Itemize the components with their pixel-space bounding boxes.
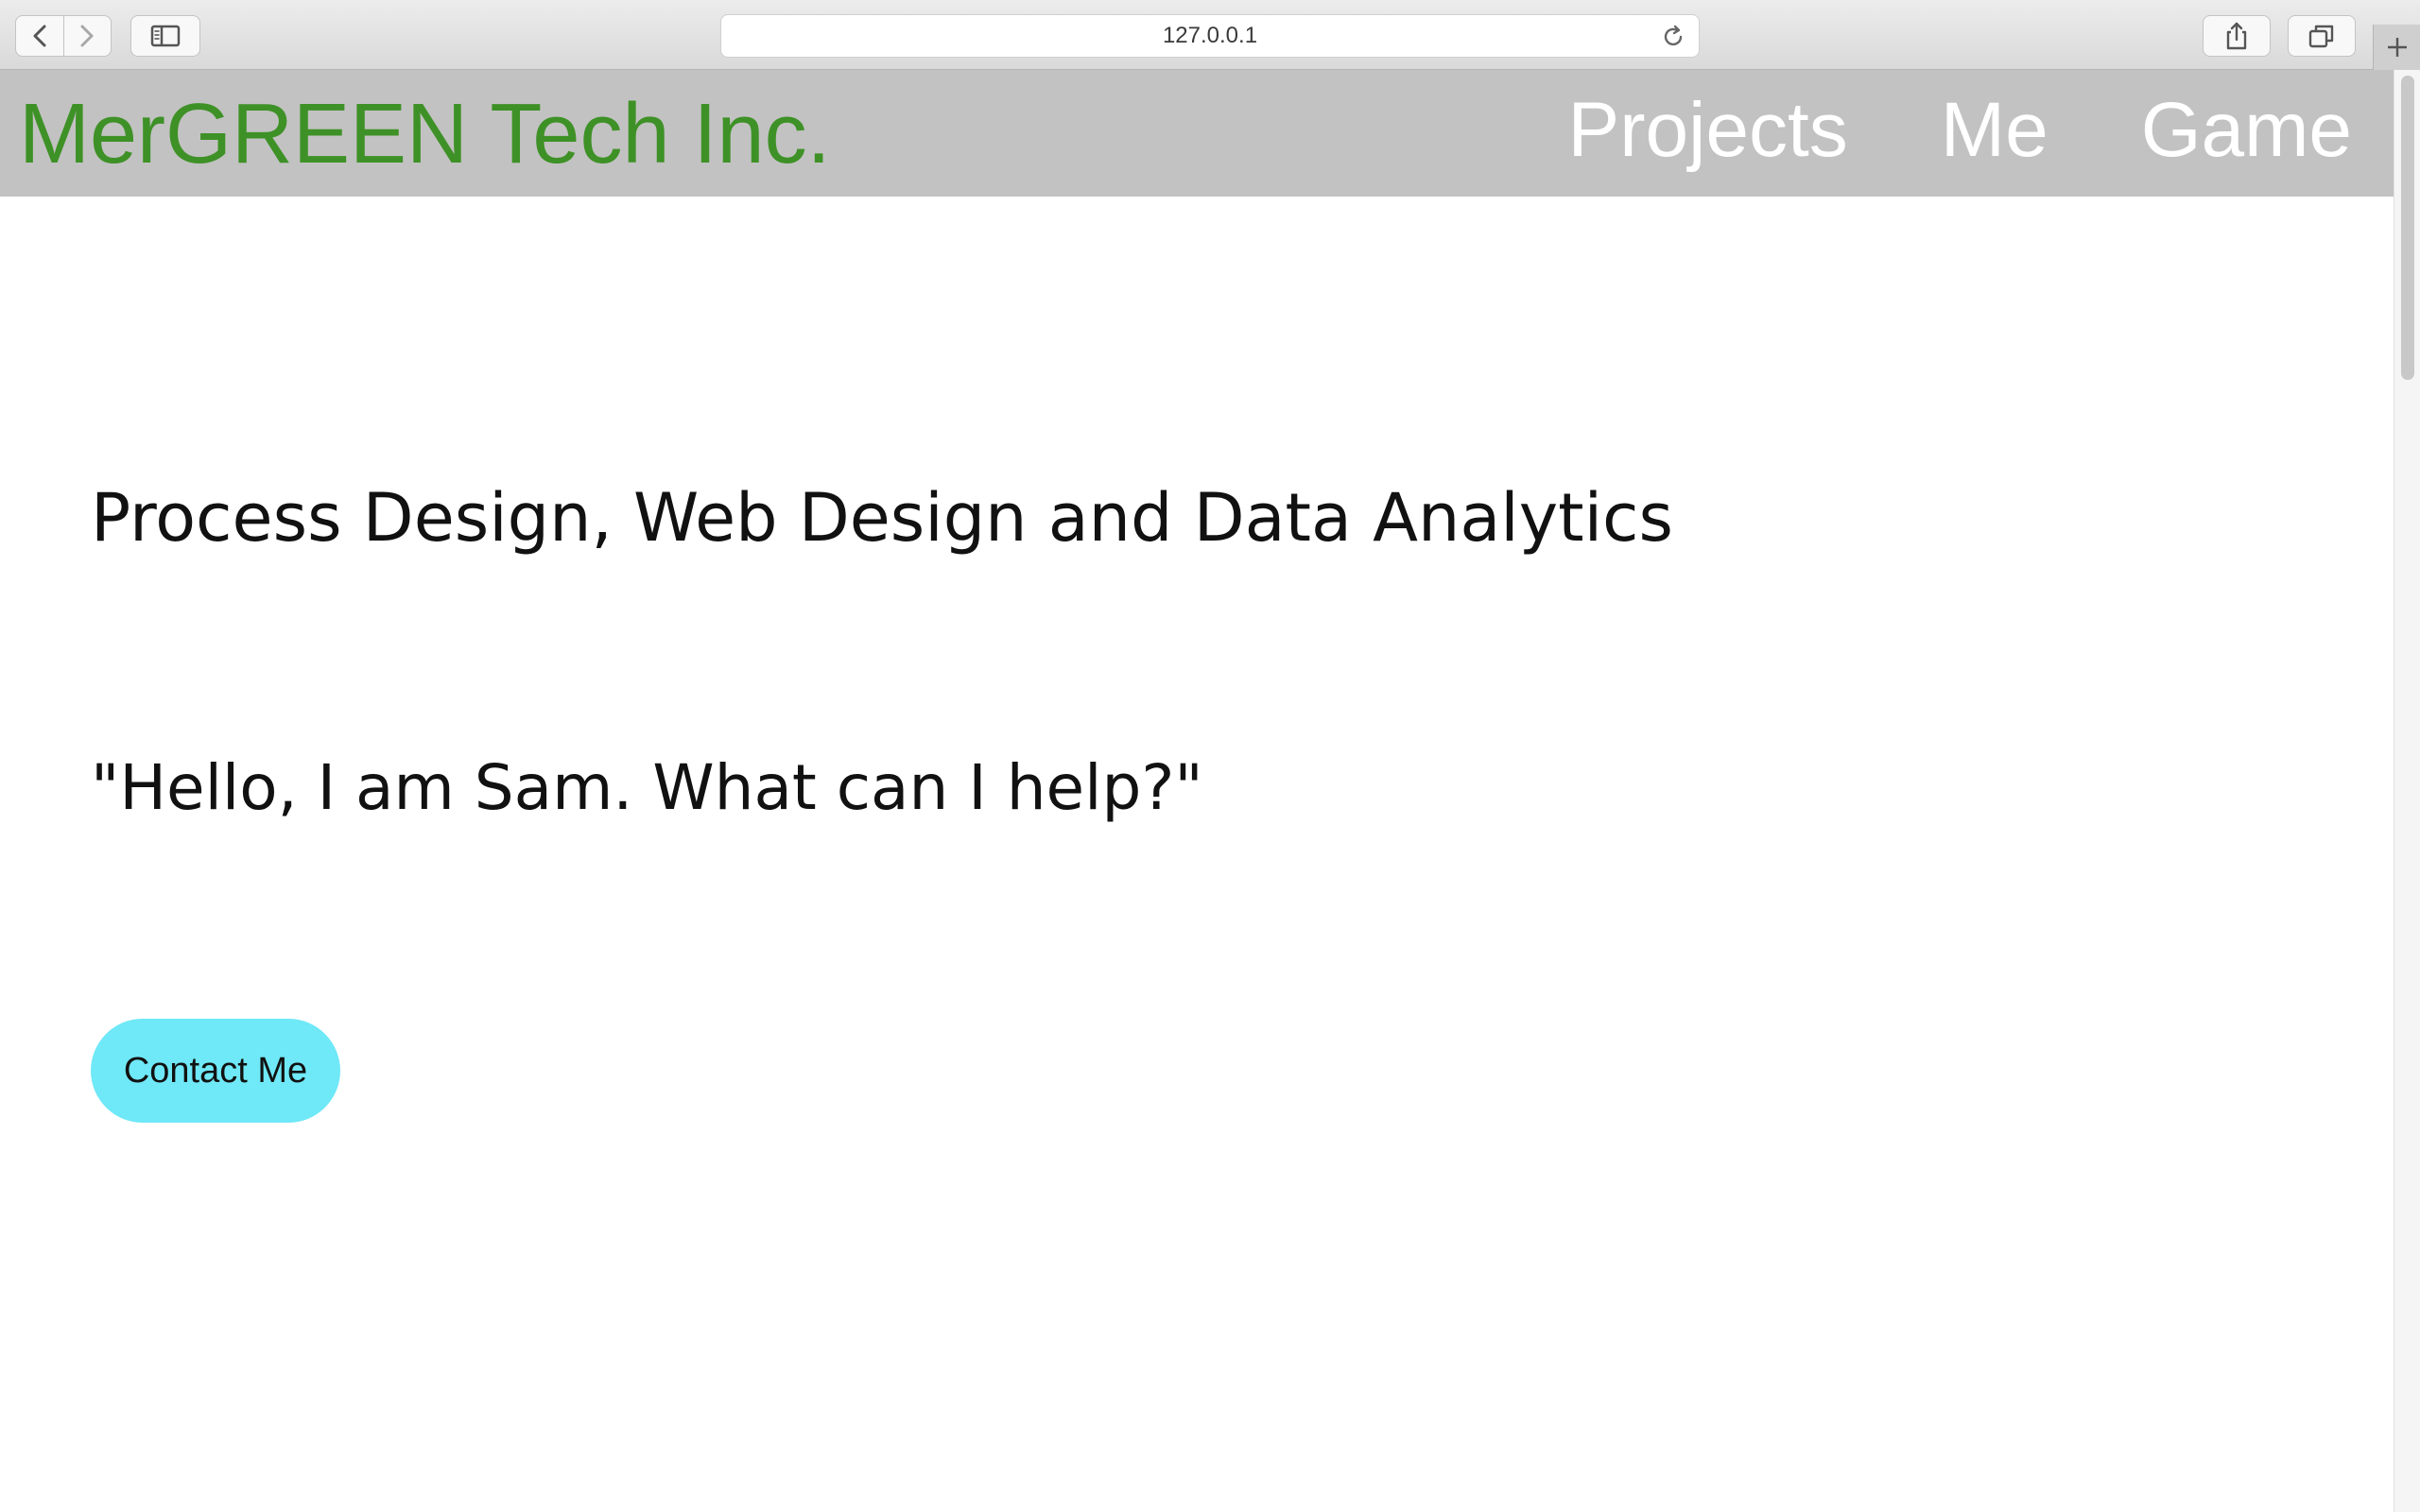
chevron-right-icon [80,25,94,47]
plus-icon [2387,38,2407,57]
scrollbar-thumb[interactable] [2401,76,2414,380]
nav-link-projects[interactable]: Projects [1568,83,1848,178]
nav-link-me[interactable]: Me [1941,83,2048,178]
share-icon [2226,22,2247,50]
hero-headline: Process Design, Web Design and Data Anal… [91,479,1673,557]
site-brand[interactable]: MerGREEN Tech Inc. [19,87,831,181]
reload-button[interactable] [1661,25,1685,49]
nav-link-game[interactable]: Game [2141,83,2352,178]
new-tab-button[interactable] [2373,25,2420,70]
hero-quote: "Hello, I am Sam. What can I help?" [91,751,1203,824]
site-nav: Projects Me Game [1568,83,2352,178]
browser-toolbar: 127.0.0.1 [0,0,2420,70]
chevron-left-icon [33,25,46,47]
share-button[interactable] [2203,15,2271,57]
tab-overview-button[interactable] [2288,15,2356,57]
history-buttons [15,15,112,57]
reload-icon [1664,25,1683,46]
page-viewport: MerGREEN Tech Inc. Projects Me Game Proc… [0,70,2420,1512]
contact-me-button[interactable]: Contact Me [91,1019,340,1123]
tabs-overview-icon [2308,25,2334,48]
back-button[interactable] [16,16,64,56]
page-scrollbar[interactable] [2394,70,2420,1512]
url-text: 127.0.0.1 [1162,23,1258,48]
sidebar-button[interactable] [130,15,200,57]
address-bar[interactable]: 127.0.0.1 [720,14,1700,58]
forward-button[interactable] [64,16,112,56]
sidebar-icon [150,25,181,47]
site-header: MerGREEN Tech Inc. Projects Me Game [0,70,2394,197]
